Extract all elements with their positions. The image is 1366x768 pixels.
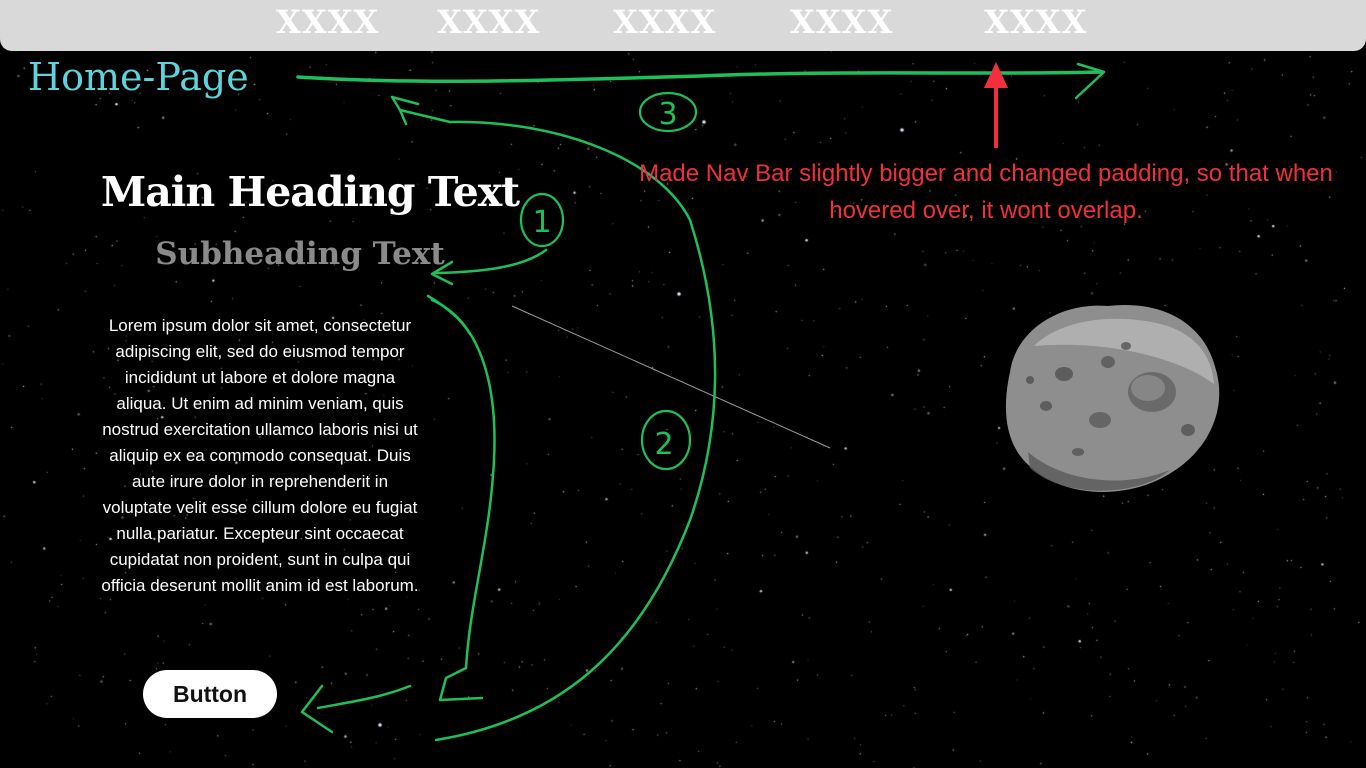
hero-section: Main Heading Text Subheading Text — [98, 160, 522, 278]
subheading: Subheading Text — [155, 236, 445, 272]
cta-button[interactable]: Button — [143, 670, 277, 718]
nav-link-2[interactable]: XXXX — [437, 2, 540, 42]
body-paragraph: Lorem ipsum dolor sit amet, consectetur … — [101, 316, 419, 595]
nav-link-3[interactable]: XXXX — [613, 2, 716, 42]
logo-home-page[interactable]: Home-Page — [28, 54, 249, 100]
nav-link-1[interactable]: XXXX — [276, 2, 379, 42]
annotation-note: Made Nav Bar slightly bigger and changed… — [639, 160, 1333, 224]
nav-bar: XXXX XXXX XXXX XXXX XXXX — [0, 0, 1366, 51]
page-canvas: XXXX XXXX XXXX XXXX XXXX Home-Page Main … — [0, 0, 1366, 768]
nav-link-5[interactable]: XXXX — [984, 2, 1087, 42]
nav-link-4[interactable]: XXXX — [790, 2, 893, 42]
main-heading: Main Heading Text — [100, 168, 520, 216]
